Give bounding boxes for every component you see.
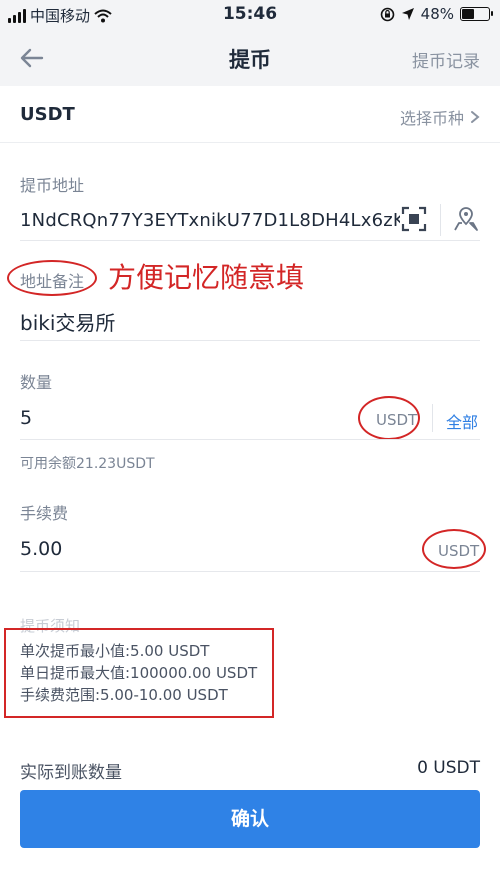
select-coin-label: 选择币种: [399, 109, 464, 128]
scan-qr-icon[interactable]: [401, 206, 427, 232]
fee-unit-highlight: [422, 529, 486, 569]
address-underline: [20, 240, 480, 241]
withdraw-history-link[interactable]: 提币记录: [412, 47, 480, 72]
remark-input[interactable]: biki交易所: [20, 307, 115, 336]
receive-amount-label: 实际到账数量: [20, 763, 122, 783]
status-right: 48%: [380, 5, 493, 23]
amount-divider: [432, 404, 433, 432]
address-label: 提币地址: [20, 176, 85, 195]
notice-fee-range: 手续费范围:5.00-10.00 USDT: [20, 686, 228, 704]
amount-label: 数量: [20, 373, 53, 392]
amount-input[interactable]: 5: [20, 407, 32, 429]
chevron-right-icon: [471, 111, 480, 123]
nav-bar: 提币 提币记录: [0, 30, 500, 86]
address-input[interactable]: 1NdCRQn77Y3EYTxnikU77D1L8DH4Lx6zKy: [20, 210, 400, 231]
notice-min: 单次提币最小值:5.00 USDT: [20, 642, 210, 660]
rotation-lock-icon: [380, 7, 394, 21]
address-divider: [440, 204, 441, 236]
remark-underline: [20, 340, 480, 341]
status-bar: 中国移动 15:46 48%: [0, 0, 500, 30]
amount-underline: [20, 439, 480, 440]
available-balance: 可用余额21.23USDT: [20, 456, 155, 472]
notice-max: 单日提币最大值:100000.00 USDT: [20, 664, 258, 682]
address-book-icon[interactable]: [452, 205, 480, 233]
battery-icon: [460, 7, 493, 21]
remark-label-highlight: [7, 260, 97, 296]
all-amount-button[interactable]: 全部: [446, 409, 478, 433]
select-coin-button[interactable]: 选择币种: [400, 105, 480, 129]
fee-value: 5.00: [20, 538, 63, 560]
battery-percent: 48%: [420, 5, 454, 23]
remark-annotation: 方便记忆随意填: [108, 261, 305, 294]
fee-underline: [20, 571, 480, 572]
location-icon: [401, 8, 414, 20]
amount-unit-highlight: [358, 396, 420, 440]
receive-amount-value: 0 USDT: [417, 758, 480, 778]
confirm-button[interactable]: 确认: [20, 790, 480, 848]
coin-name: USDT: [20, 104, 75, 125]
fee-label: 手续费: [20, 504, 69, 523]
coin-row[interactable]: USDT 选择币种: [0, 86, 500, 143]
